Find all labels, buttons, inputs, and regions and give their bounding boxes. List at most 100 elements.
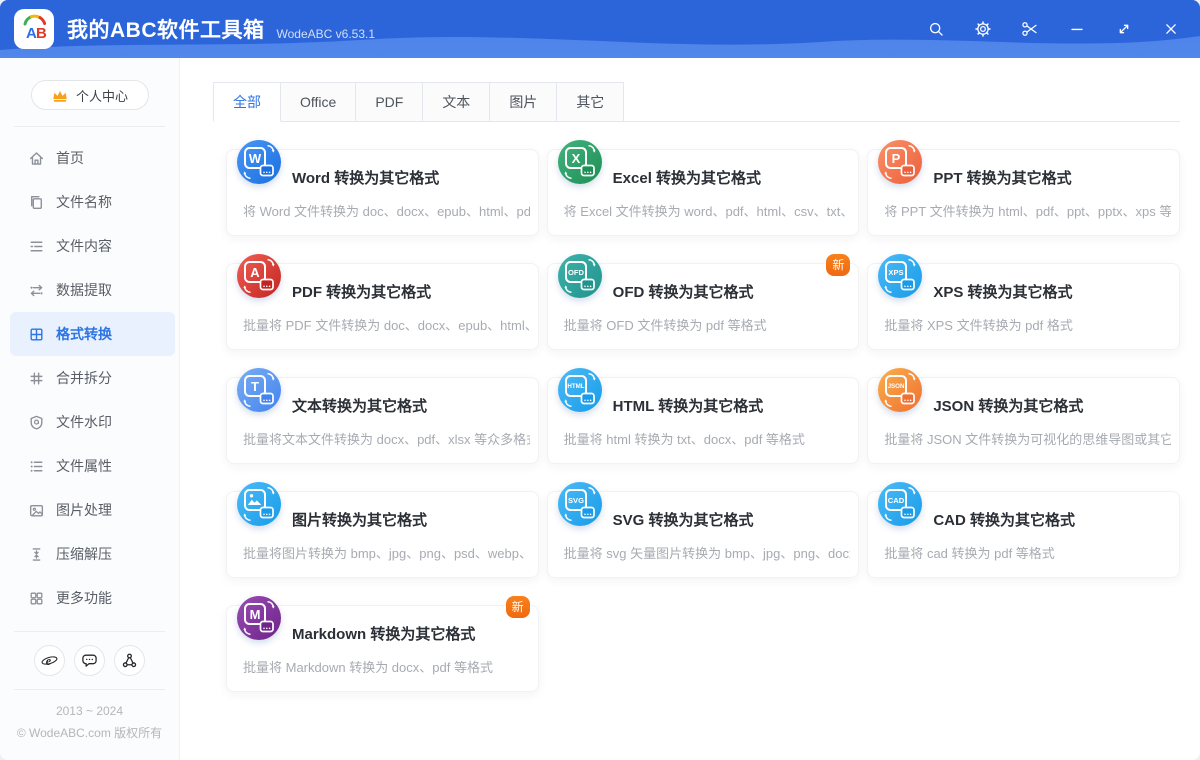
share-button[interactable] (114, 645, 145, 676)
minimize-icon (1067, 19, 1087, 39)
tool-card-svg[interactable]: SVG SVG 转换为其它格式 批量将 svg 矢量图片转换为 bmp、jpg、p… (546, 482, 860, 578)
tool-card-description: 批量将 cad 转换为 pdf 等格式 (884, 546, 1055, 561)
tool-card-title: PPT 转换为其它格式 (933, 170, 1072, 187)
tool-card-description: 将 PPT 文件转换为 html、pdf、ppt、pptx、xps 等 (884, 204, 1171, 219)
tool-card-title: Markdown 转换为其它格式 (292, 626, 476, 643)
sidebar-item-label: 文件名称 (56, 194, 112, 210)
tool-card-word[interactable]: W Word 转换为其它格式将 Word 文件转换为 doc、docx、epub… (226, 140, 539, 236)
xps-tool-icon: XPS (878, 254, 923, 298)
sidebar-item-watermark[interactable]: 文件水印 (10, 400, 175, 444)
close-button[interactable] (1147, 0, 1194, 58)
word-tool-icon: W (237, 140, 281, 184)
tool-card-ppt[interactable]: P PPT 转换为其它格式将 PPT 文件转换为 html、pdf、ppt、pp… (867, 140, 1180, 236)
sidebar-item-image-process[interactable]: 图片处理 (10, 488, 175, 532)
new-badge: 新 (826, 254, 851, 276)
tool-card-cad[interactable]: CAD CAD 转换为其它格式 批量将 cad 转换为 pdf 等格式 (867, 482, 1180, 578)
search-icon (926, 19, 946, 39)
chat-button[interactable] (74, 645, 105, 676)
tab-文本[interactable]: 文本 (423, 82, 491, 122)
image-tool-icon (237, 482, 281, 526)
gear-icon (973, 19, 993, 39)
tools-button[interactable] (1006, 0, 1053, 58)
sidebar-item-compress[interactable]: 压缩解压 (10, 532, 175, 576)
sidebar-item-file-content[interactable]: 文件内容 (10, 224, 175, 268)
browser-button[interactable]: e (34, 645, 65, 676)
tab-图片[interactable]: 图片 (490, 82, 558, 122)
tool-card-xps[interactable]: XPS XPS 转换为其它格式 批量将 XPS 文件转换为 pdf 格式 (867, 254, 1180, 350)
text-tool-icon: T (237, 368, 281, 412)
cad-tool-icon: CAD (878, 482, 923, 526)
sidebar-item-label: 数据提取 (56, 282, 112, 298)
format-convert-icon (28, 326, 45, 343)
sidebar-divider-top (14, 126, 165, 127)
svg-text:P: P (892, 151, 901, 166)
search-button[interactable] (912, 0, 959, 58)
tab-其它[interactable]: 其它 (557, 82, 625, 122)
svg-text:OFD: OFD (568, 268, 585, 277)
file-props-icon (28, 458, 45, 475)
tool-card-description: 批量将 svg 矢量图片转换为 bmp、jpg、png、docx (563, 546, 851, 561)
resize-icon (1114, 19, 1134, 39)
sidebar-item-label: 文件属性 (56, 458, 112, 474)
sidebar-item-merge-split[interactable]: 合并拆分 (10, 356, 175, 400)
svg-text:e: e (46, 654, 52, 668)
tool-card-html[interactable]: HTML HTML 转换为其它格式 批量将 html 转换为 txt、docx、p… (546, 368, 860, 464)
sidebar-item-file-name[interactable]: 文件名称 (10, 180, 175, 224)
svg-text:HTML: HTML (567, 383, 584, 390)
tool-card-pdf[interactable]: A PDF 转换为其它格式 批量将 PDF 文件转换为 doc、docx、epub… (226, 254, 539, 350)
profile-center-button[interactable]: 个人中心 (30, 80, 149, 110)
data-extract-icon (28, 282, 45, 299)
sidebar-item-label: 首页 (56, 150, 84, 166)
app-logo: A B (14, 9, 54, 49)
excel-tool-icon: X (557, 140, 602, 184)
tool-card-description: 批量将 PDF 文件转换为 doc、docx、epub、html、 (243, 318, 530, 333)
main-content: 全部 Office PDF 文本 图片 其它 W Word 转换为其它格式将 Word 文… (180, 58, 1200, 760)
sidebar-item-label: 合并拆分 (56, 370, 112, 386)
tool-card-description: 批量将 html 转换为 txt、docx、pdf 等格式 (563, 432, 805, 447)
tool-card-grid: W Word 转换为其它格式将 Word 文件转换为 doc、docx、epub… (226, 140, 1180, 692)
scissors-icon (1020, 19, 1040, 39)
tab-Office[interactable]: Office (281, 82, 357, 122)
sidebar-item-home[interactable]: 首页 (10, 136, 175, 180)
close-icon (1161, 19, 1181, 39)
svg-text:A: A (250, 265, 260, 280)
copyright: 2013 ~ 2024 © WodeABC.com 版权所有 (0, 690, 179, 760)
merge-split-icon (28, 370, 45, 387)
copyright-owner: © WodeABC.com 版权所有 (16, 726, 163, 740)
svg-text:JSON: JSON (888, 383, 905, 390)
tool-card-json[interactable]: JSON JSON 转换为其它格式 批量将 JSON 文件转换为可视化的思维导图或… (867, 368, 1180, 464)
tool-card-text[interactable]: T 文本转换为其它格式 批量将文本文件转换为 docx、pdf、xlsx 等众多格… (226, 368, 539, 464)
resize-button[interactable] (1100, 0, 1147, 58)
category-tabs: 全部 Office PDF 文本 图片 其它 (213, 82, 1180, 122)
tool-card-title: JSON 转换为其它格式 (933, 398, 1084, 415)
tab-PDF[interactable]: PDF (356, 82, 424, 122)
svg-text:CAD: CAD (888, 496, 905, 505)
sidebar-item-data-extract[interactable]: 数据提取 (10, 268, 175, 312)
titlebar: A B 我的ABC软件工具箱 WodeABC v6.53.1 (0, 0, 1200, 58)
svg-text:SVG: SVG (568, 496, 584, 505)
tool-card-markdown[interactable]: M Markdown 转换为其它格式批量将 Markdown 转换为 docx、… (226, 596, 539, 692)
sidebar-item-file-props[interactable]: 文件属性 (10, 444, 175, 488)
sidebar-item-format-convert[interactable]: 格式转换 (10, 312, 175, 356)
tool-card-title: XPS 转换为其它格式 (933, 284, 1073, 301)
sidebar-nav: 首页文件名称文件内容数据提取格式转换合并拆分文件水印文件属性图片处理压缩解压 更多… (0, 136, 179, 620)
copyright-years: 2013 ~ 2024 (55, 704, 124, 718)
tool-card-excel[interactable]: X Excel 转换为其它格式将 Excel 文件转换为 word、pdf、ht… (546, 140, 860, 236)
tool-card-ofd[interactable]: OFD OFD 转换为其它格式 批量将 OFD 文件转换为 pdf 等格式 新 (546, 254, 860, 350)
markdown-tool-icon: M (237, 596, 281, 640)
share-icon (121, 652, 138, 669)
minimize-button[interactable] (1053, 0, 1100, 58)
profile-center-label: 个人中心 (75, 88, 128, 104)
browser-icon: e (41, 652, 58, 669)
tab-全部[interactable]: 全部 (213, 82, 281, 122)
watermark-icon (28, 414, 45, 431)
tool-card-title: Word 转换为其它格式 (292, 170, 440, 187)
sidebar-item-more[interactable]: 更多功能 (10, 576, 175, 620)
svg-tool-icon: SVG (557, 482, 602, 526)
tool-card-title: 文本转换为其它格式 (292, 398, 428, 415)
sidebar-item-label: 图片处理 (56, 502, 112, 518)
svg-text:W: W (249, 151, 262, 166)
settings-button[interactable] (959, 0, 1006, 58)
tool-card-image[interactable]: 图片转换为其它格式 批量将图片转换为 bmp、jpg、png、psd、webp、 (226, 482, 539, 578)
tool-card-description: 批量将 Markdown 转换为 docx、pdf 等格式 (243, 660, 493, 675)
